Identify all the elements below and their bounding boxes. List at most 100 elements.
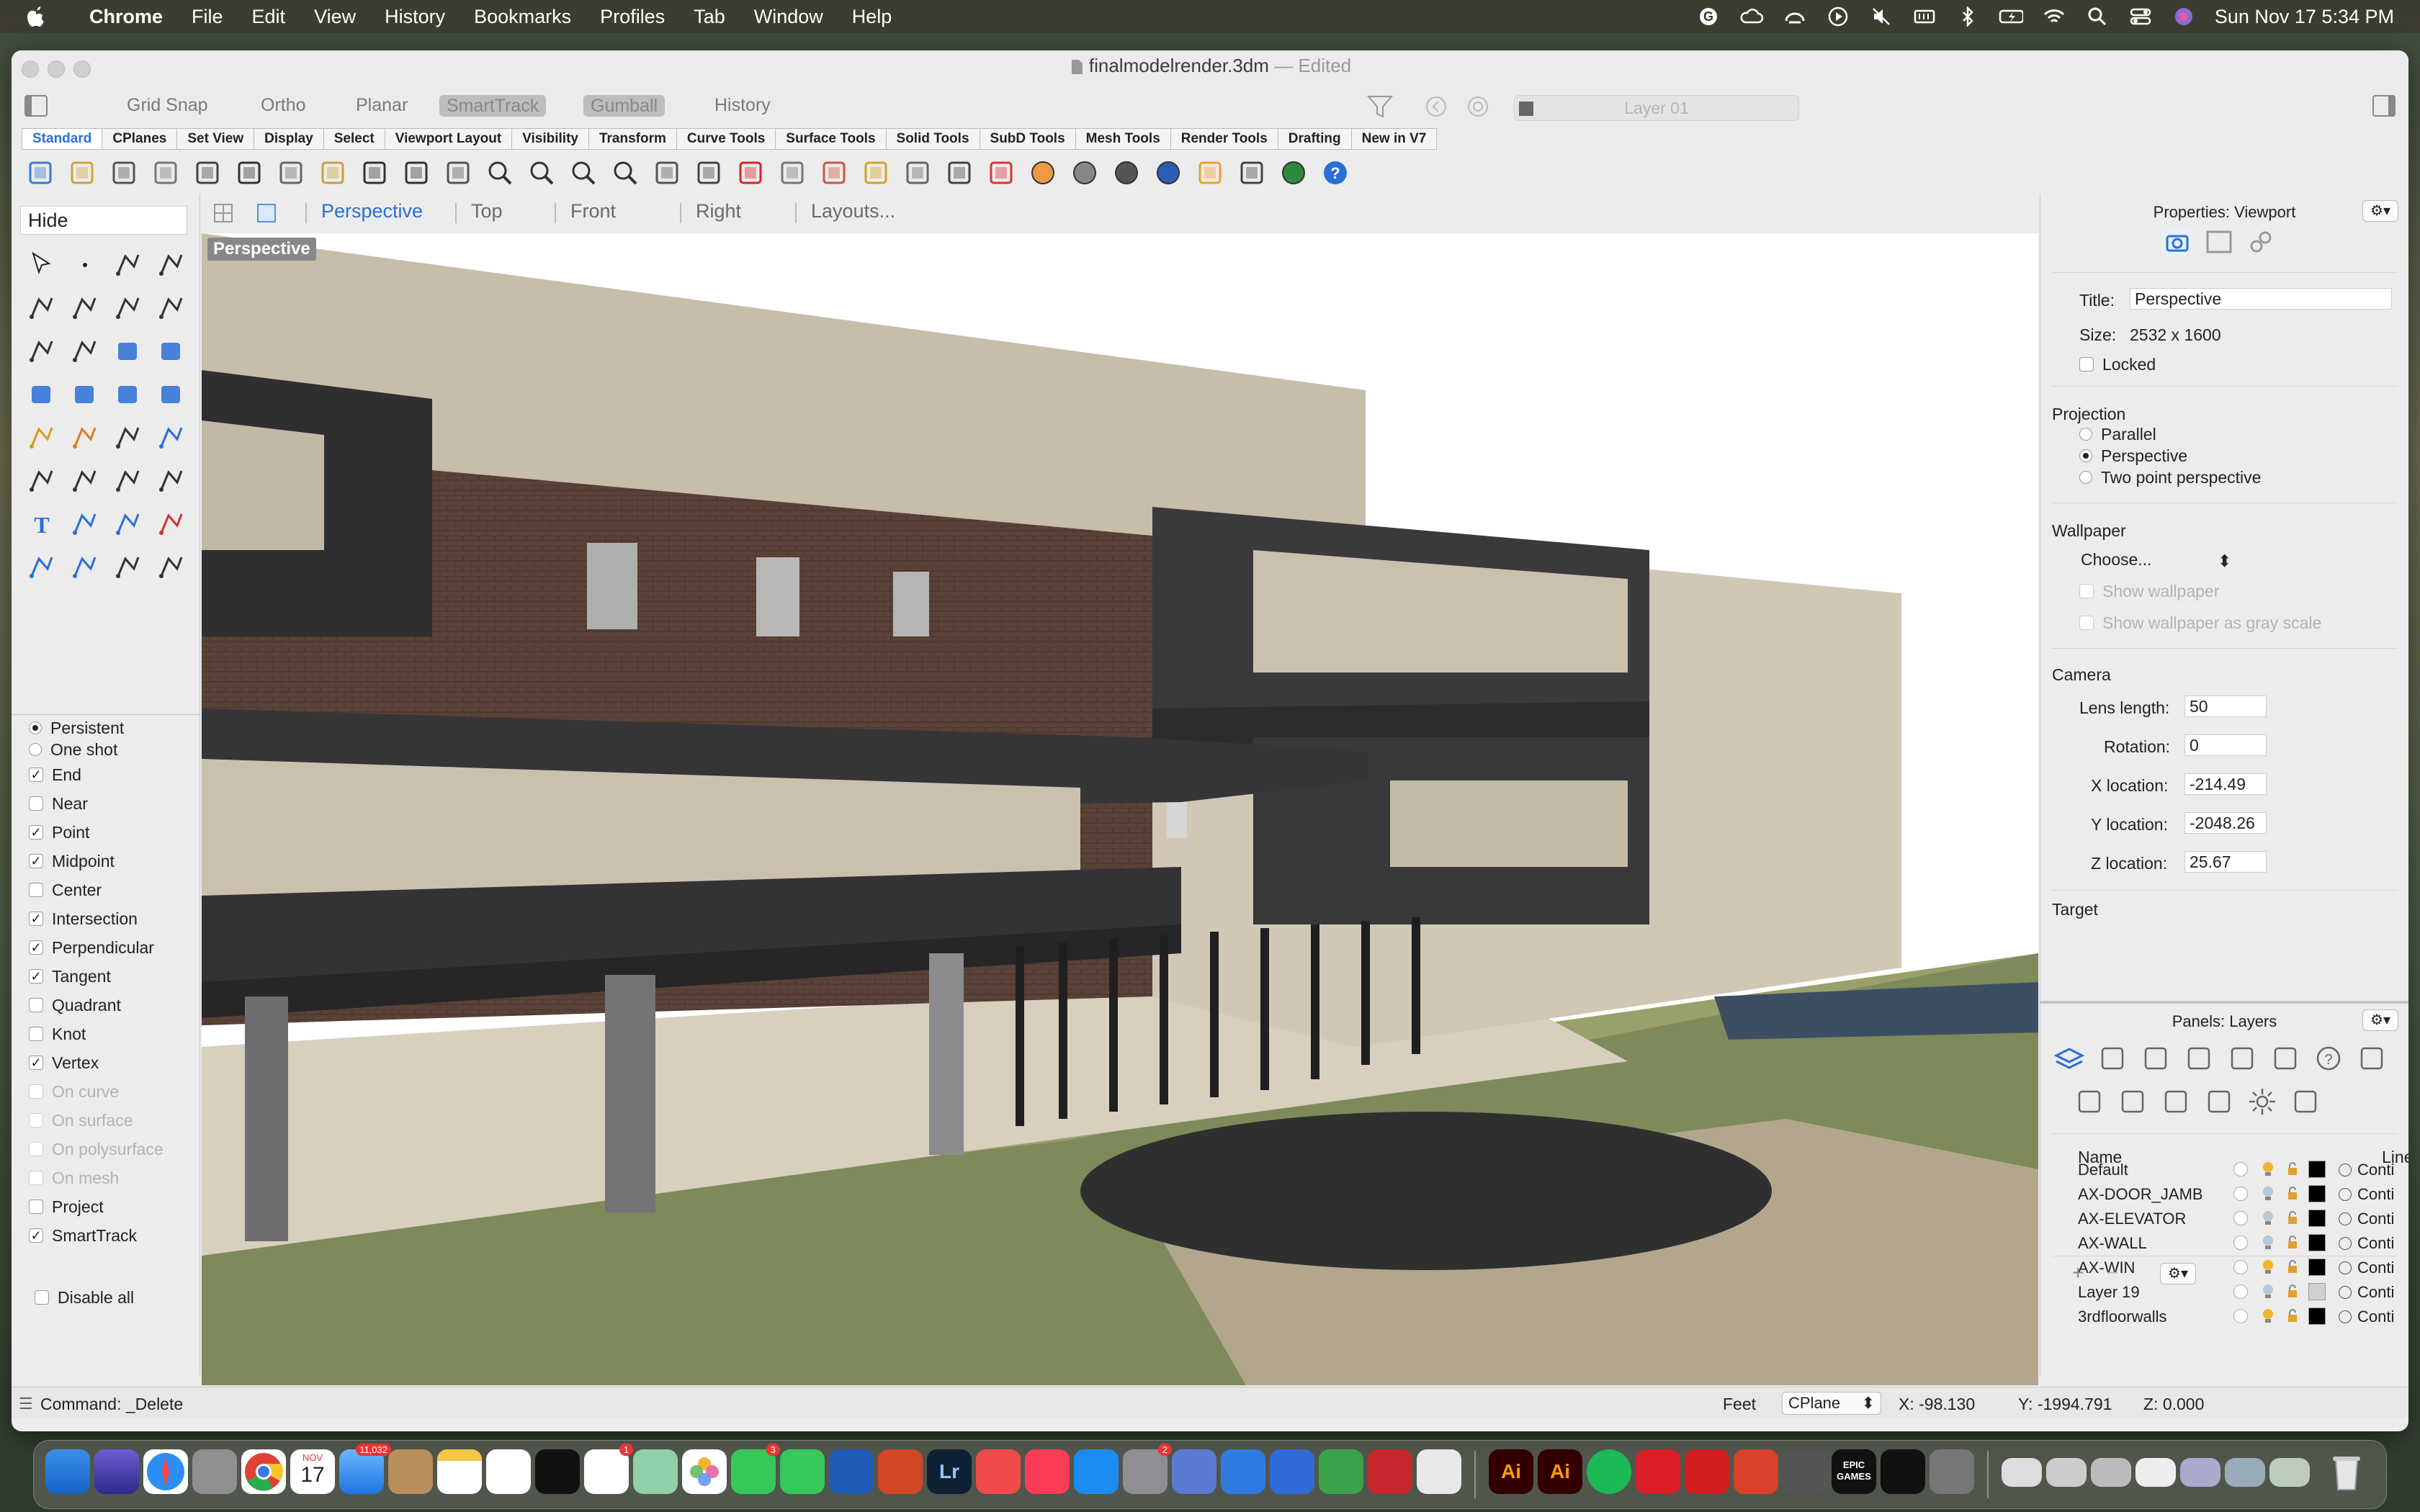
osnap-checkbox[interactable] bbox=[29, 796, 43, 811]
osnap-radio[interactable] bbox=[29, 743, 42, 756]
photos-icon[interactable] bbox=[682, 1449, 727, 1494]
environment-icon[interactable] bbox=[2203, 1086, 2235, 1117]
layer-color-swatch[interactable] bbox=[2308, 1185, 2326, 1202]
dimension-icon[interactable] bbox=[63, 546, 107, 589]
osnap-end[interactable]: ✓ End bbox=[29, 760, 194, 789]
rotate-camera-icon[interactable] bbox=[648, 154, 686, 192]
record-icon[interactable] bbox=[1466, 95, 1489, 118]
osnap-radio[interactable] bbox=[29, 721, 42, 734]
layer-color-swatch[interactable] bbox=[2308, 1283, 2326, 1300]
lightbulb-icon[interactable] bbox=[899, 154, 936, 192]
loft-icon[interactable] bbox=[150, 330, 193, 373]
show-wallpaper-option[interactable]: Show wallpaper bbox=[2079, 579, 2219, 603]
linetype-icon[interactable] bbox=[2226, 1043, 2258, 1074]
move-icon[interactable] bbox=[150, 546, 193, 589]
perspective-viewport[interactable]: Perspective bbox=[202, 233, 2038, 1385]
zoom-window-icon[interactable] bbox=[523, 154, 560, 192]
osnap-tangent[interactable]: ✓ Tangent bbox=[29, 962, 194, 991]
panel-splitter[interactable] bbox=[2040, 1001, 2408, 1004]
tab-mesh-tools[interactable]: Mesh Tools bbox=[1075, 128, 1171, 150]
linetype-radio[interactable] bbox=[2339, 1310, 2352, 1323]
projection-parallel[interactable]: Parallel bbox=[2079, 423, 2156, 445]
dimension-icon[interactable] bbox=[1233, 154, 1270, 192]
news-icon[interactable] bbox=[976, 1449, 1021, 1494]
tab-perspective[interactable]: Perspective bbox=[321, 200, 423, 222]
point-icon[interactable] bbox=[63, 243, 107, 287]
layer-row[interactable]: AX-WIN Conti bbox=[2040, 1256, 2408, 1280]
spotify-icon[interactable] bbox=[1587, 1449, 1631, 1494]
linetype-radio[interactable] bbox=[2339, 1286, 2352, 1299]
notes-icon[interactable] bbox=[437, 1449, 482, 1494]
grasshopper-icon[interactable] bbox=[1930, 1449, 1974, 1494]
copy-icon[interactable] bbox=[272, 154, 310, 192]
search-icon[interactable] bbox=[2085, 7, 2110, 26]
command-history-icon[interactable]: ☰ bbox=[19, 1395, 33, 1413]
x-location-field[interactable]: -214.49 bbox=[2184, 773, 2267, 795]
viewport-label[interactable]: Perspective bbox=[207, 238, 316, 261]
two-point-radio[interactable] bbox=[2079, 471, 2092, 484]
tab-solid-tools[interactable]: Solid Tools bbox=[885, 128, 980, 150]
lightroom-icon[interactable]: Lr bbox=[927, 1449, 972, 1494]
linetype-radio[interactable] bbox=[2339, 1164, 2352, 1176]
tab-set-view[interactable]: Set View bbox=[176, 128, 255, 150]
chrome-icon[interactable] bbox=[241, 1449, 286, 1494]
globe-icon[interactable] bbox=[1150, 154, 1187, 192]
save-icon[interactable] bbox=[105, 154, 143, 192]
trash-icon[interactable] bbox=[2324, 1449, 2369, 1494]
memory-icon[interactable] bbox=[1912, 7, 1937, 26]
osnap-project[interactable]: Project bbox=[29, 1192, 194, 1221]
epic-games-icon[interactable]: EPIC GAMES bbox=[1832, 1449, 1876, 1494]
mode-grid-snap[interactable]: Grid Snap bbox=[120, 91, 215, 120]
osnap-checkbox[interactable]: ✓ bbox=[29, 940, 43, 955]
lock-icon[interactable] bbox=[2287, 1309, 2298, 1323]
lock-icon[interactable] bbox=[2287, 1162, 2298, 1176]
facetime-icon[interactable] bbox=[780, 1449, 825, 1494]
cut-icon[interactable] bbox=[230, 154, 268, 192]
tab-select[interactable]: Select bbox=[323, 128, 385, 150]
illustrator-alt-icon[interactable]: Ai bbox=[1538, 1449, 1582, 1494]
projection-two-point[interactable]: Two point perspective bbox=[2079, 467, 2261, 488]
menu-history[interactable]: History bbox=[370, 6, 460, 28]
osnap-checkbox[interactable]: ✓ bbox=[29, 1228, 43, 1243]
z-location-field[interactable]: 25.67 bbox=[2184, 851, 2267, 873]
lights-icon[interactable] bbox=[857, 154, 895, 192]
mode-ortho[interactable]: Ortho bbox=[254, 91, 313, 120]
osnap-checkbox[interactable] bbox=[29, 1027, 43, 1041]
safari-icon[interactable] bbox=[143, 1449, 188, 1494]
disable-all-checkbox[interactable] bbox=[35, 1290, 49, 1305]
lightbulb-icon[interactable] bbox=[2261, 1210, 2275, 1227]
tab-subd-tools[interactable]: SubD Tools bbox=[979, 128, 1076, 150]
siri-icon[interactable] bbox=[2172, 7, 2196, 26]
menu-bookmarks[interactable]: Bookmarks bbox=[460, 6, 586, 28]
osnap-center[interactable]: Center bbox=[29, 876, 194, 904]
mode-smarttrack[interactable]: SmartTrack bbox=[439, 95, 547, 117]
properties-gear-icon[interactable]: ⚙▾ bbox=[2362, 200, 2398, 222]
layer-current-radio[interactable] bbox=[2233, 1309, 2248, 1323]
polygon-icon[interactable] bbox=[107, 287, 150, 330]
sun-icon[interactable] bbox=[2246, 1086, 2278, 1117]
cloud-sync-icon[interactable] bbox=[1739, 7, 1764, 26]
osnap-point[interactable]: ✓ Point bbox=[29, 818, 194, 847]
menu-help[interactable]: Help bbox=[838, 6, 907, 28]
layer-color-swatch[interactable] bbox=[2308, 1161, 2326, 1178]
finder-icon[interactable] bbox=[45, 1449, 90, 1494]
image-capture-icon[interactable] bbox=[1270, 1449, 1314, 1494]
contacts-icon[interactable] bbox=[388, 1449, 433, 1494]
system-settings-icon[interactable]: 2 bbox=[1123, 1444, 1172, 1494]
tab-cplanes[interactable]: CPlanes bbox=[102, 128, 178, 150]
recent-window-1[interactable] bbox=[2002, 1458, 2042, 1487]
perspective-radio[interactable] bbox=[2079, 449, 2092, 462]
powerpoint-icon[interactable] bbox=[878, 1449, 923, 1494]
car-icon[interactable] bbox=[732, 154, 769, 192]
render-icon[interactable] bbox=[1275, 154, 1312, 192]
layer-current-radio[interactable] bbox=[2233, 1162, 2248, 1176]
menu-window[interactable]: Window bbox=[740, 6, 838, 28]
linetype-radio[interactable] bbox=[2339, 1212, 2352, 1225]
tab-transform[interactable]: Transform bbox=[588, 128, 677, 150]
grid-layout-icon[interactable] bbox=[213, 203, 233, 223]
lightbulb-icon[interactable] bbox=[2261, 1234, 2275, 1251]
grid-array-icon[interactable] bbox=[107, 546, 150, 589]
illustrator-icon[interactable]: Ai bbox=[1489, 1449, 1533, 1494]
apple-icon[interactable] bbox=[0, 5, 60, 28]
units-label[interactable]: Feet bbox=[1723, 1395, 1756, 1414]
